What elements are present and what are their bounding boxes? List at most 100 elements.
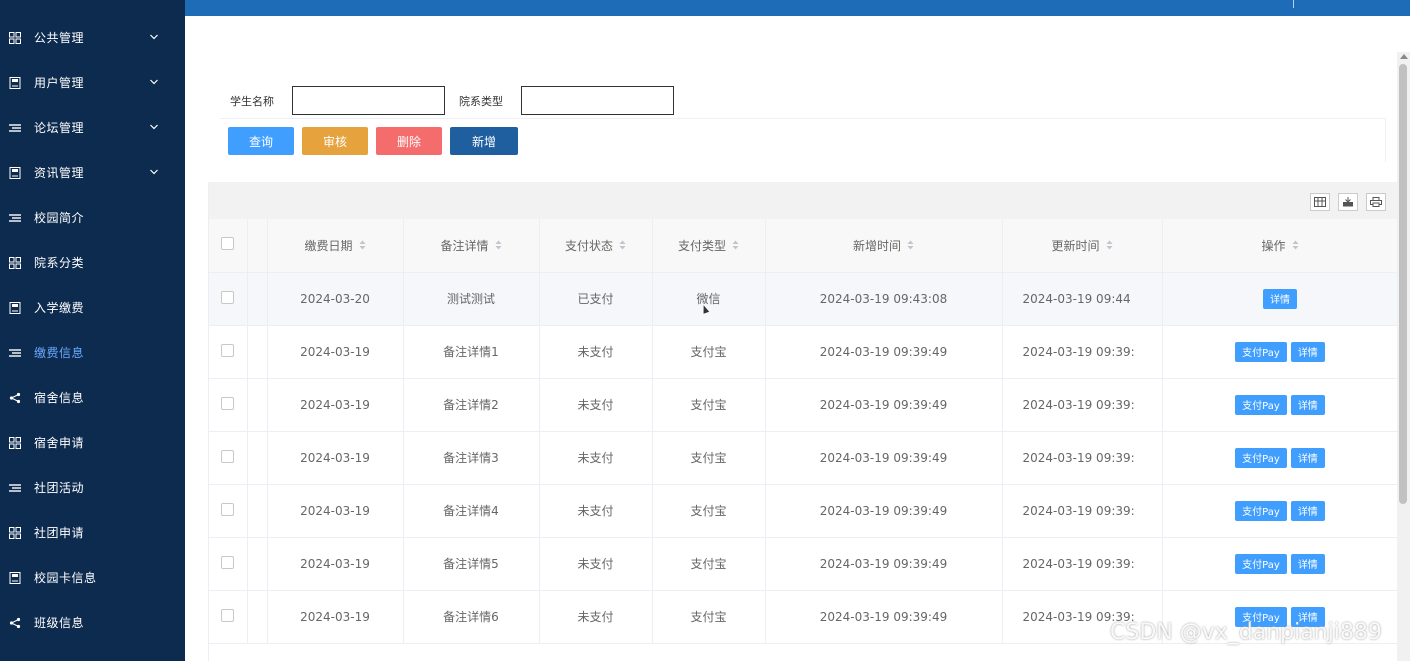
row-checkbox[interactable]: [221, 555, 235, 569]
cell-remark: 测试测试: [403, 272, 540, 326]
cell-status: 已支付: [539, 272, 653, 326]
detail-button[interactable]: 详情: [1290, 447, 1325, 468]
cell-date: 2024-03-19: [267, 537, 404, 591]
column-header-5[interactable]: 更新时间: [1002, 219, 1163, 273]
cell-updated: 2024-03-19 09:39:: [1002, 431, 1163, 485]
table-row[interactable]: 2024-03-19 备注详情1 未支付 支付宝 2024-03-19 09:39:49…: [209, 325, 1397, 379]
sidebar-item-2[interactable]: 论坛管理: [0, 105, 185, 150]
column-header-0[interactable]: 缴费日期: [267, 219, 404, 273]
sidebar-item-12[interactable]: 校园卡信息: [0, 555, 185, 600]
row-select-cell[interactable]: [209, 537, 248, 591]
select-all-cell[interactable]: [209, 219, 248, 273]
chevron-down-icon[interactable]: [149, 166, 161, 178]
sort-icon[interactable]: [732, 239, 739, 253]
row-checkbox[interactable]: [221, 502, 235, 516]
sort-icon[interactable]: [1292, 239, 1299, 253]
row-select-cell[interactable]: [209, 378, 248, 432]
detail-button[interactable]: 详情: [1263, 288, 1297, 309]
sidebar-item-label: 用户管理: [34, 76, 85, 90]
cell-remark: 备注详情4: [403, 484, 540, 538]
sort-icon[interactable]: [907, 239, 914, 253]
table-row[interactable]: 2024-03-20 测试测试 已支付 微信 2024-03-19 09:43:08 20…: [209, 272, 1397, 326]
column-header-1[interactable]: 备注详情: [403, 219, 540, 273]
row-select-cell[interactable]: [209, 325, 248, 379]
detail-button[interactable]: 详情: [1290, 394, 1325, 415]
column-header-3[interactable]: 支付类型: [652, 219, 766, 273]
sidebar-item-9[interactable]: 宿舍申请: [0, 420, 185, 465]
cell-remark: 备注详情3: [403, 431, 540, 485]
sidebar-item-label: 公共管理: [34, 31, 85, 45]
column-header-2[interactable]: 支付状态: [539, 219, 653, 273]
sidebar-item-6[interactable]: 入学缴费: [0, 285, 185, 330]
sidebar-item-0[interactable]: 公共管理: [0, 15, 185, 60]
sort-icon[interactable]: [359, 239, 366, 253]
sidebar-item-1[interactable]: 用户管理: [0, 60, 185, 105]
columns-icon[interactable]: [1310, 193, 1330, 211]
pay-button[interactable]: 支付Pay: [1235, 553, 1287, 574]
cell-created: 2024-03-19 09:43:08: [765, 272, 1003, 326]
sidebar-item-13[interactable]: 班级信息: [0, 600, 185, 645]
row-checkbox[interactable]: [221, 290, 235, 304]
table-row[interactable]: 2024-03-19 备注详情5 未支付 支付宝 2024-03-19 09:39:49…: [209, 537, 1397, 591]
sidebar-item-4[interactable]: 校园简介: [0, 195, 185, 240]
chevron-down-icon[interactable]: [149, 121, 161, 133]
sidebar-item-label: 宿舍信息: [34, 391, 85, 405]
column-header-6[interactable]: 操作: [1162, 219, 1397, 273]
pay-button[interactable]: 支付Pay: [1235, 447, 1287, 468]
pay-button[interactable]: 支付Pay: [1235, 341, 1287, 362]
cell-remark: 备注详情2: [403, 378, 540, 432]
pay-button[interactable]: 支付Pay: [1235, 500, 1287, 521]
table-row[interactable]: 2024-03-19 备注详情4 未支付 支付宝 2024-03-19 09:39:49…: [209, 484, 1397, 538]
sidebar-item-label: 班级信息: [34, 616, 85, 630]
row-checkbox[interactable]: [221, 449, 235, 463]
sidebar: 公共管理用户管理论坛管理 资讯管理校园简介院系分类 入学缴费 缴费信息宿舍信息宿舍申请…: [0, 0, 185, 661]
row-checkbox[interactable]: [221, 343, 235, 357]
select-all-checkbox[interactable]: [221, 237, 235, 251]
student-name-input[interactable]: [292, 86, 445, 115]
export-icon[interactable]: [1338, 193, 1358, 211]
sidebar-item-label: 校园简介: [34, 211, 85, 225]
table-row[interactable]: 2024-03-19 备注详情3 未支付 支付宝 2024-03-19 09:39:49…: [209, 431, 1397, 485]
chevron-down-icon[interactable]: [149, 76, 161, 88]
sidebar-item-11[interactable]: 社团申请: [0, 510, 185, 555]
cell-status: 未支付: [539, 431, 653, 485]
sidebar-item-10[interactable]: 社团活动: [0, 465, 185, 510]
query-button[interactable]: 查询: [228, 127, 294, 155]
sidebar-item-7[interactable]: 缴费信息: [0, 330, 185, 375]
row-select-cell[interactable]: [209, 272, 248, 326]
column-header-4[interactable]: 新增时间: [765, 219, 1003, 273]
pay-button[interactable]: 支付Pay: [1235, 394, 1287, 415]
cell-type: 支付宝: [652, 325, 766, 379]
sidebar-item-label: 宿舍申请: [34, 436, 85, 450]
print-icon[interactable]: [1366, 193, 1386, 211]
cell-remark: 备注详情5: [403, 537, 540, 591]
row-checkbox[interactable]: [221, 608, 235, 622]
add-button[interactable]: 新增: [450, 127, 518, 155]
vertical-scrollbar[interactable]: [1397, 52, 1410, 661]
cell-updated: 2024-03-19 09:39:: [1002, 537, 1163, 591]
audit-button[interactable]: 审核: [302, 127, 368, 155]
row-checkbox[interactable]: [221, 396, 235, 410]
detail-button[interactable]: 详情: [1290, 500, 1325, 521]
sort-icon[interactable]: [1106, 239, 1113, 253]
scroll-up-arrow-icon[interactable]: [1400, 54, 1408, 59]
sort-icon[interactable]: [495, 239, 502, 253]
scrollbar-thumb[interactable]: [1399, 64, 1407, 504]
detail-button[interactable]: 详情: [1290, 553, 1325, 574]
cell-actions: 支付Pay 详情: [1162, 484, 1397, 538]
grid-icon: [8, 256, 22, 270]
dept-type-input[interactable]: [521, 86, 674, 115]
sidebar-item-3[interactable]: 资讯管理: [0, 150, 185, 195]
delete-button[interactable]: 删除: [376, 127, 442, 155]
detail-button[interactable]: 详情: [1290, 341, 1325, 362]
table-row[interactable]: 2024-03-19 备注详情2 未支付 支付宝 2024-03-19 09:39:49…: [209, 378, 1397, 432]
chevron-down-icon[interactable]: [149, 31, 161, 43]
cell-status: 未支付: [539, 325, 653, 379]
row-select-cell[interactable]: [209, 431, 248, 485]
sidebar-item-5[interactable]: 院系分类: [0, 240, 185, 285]
sort-icon[interactable]: [619, 239, 626, 253]
sidebar-item-8[interactable]: 宿舍信息: [0, 375, 185, 420]
cell-created: 2024-03-19 09:39:49: [765, 431, 1003, 485]
row-select-cell[interactable]: [209, 590, 248, 644]
row-select-cell[interactable]: [209, 484, 248, 538]
